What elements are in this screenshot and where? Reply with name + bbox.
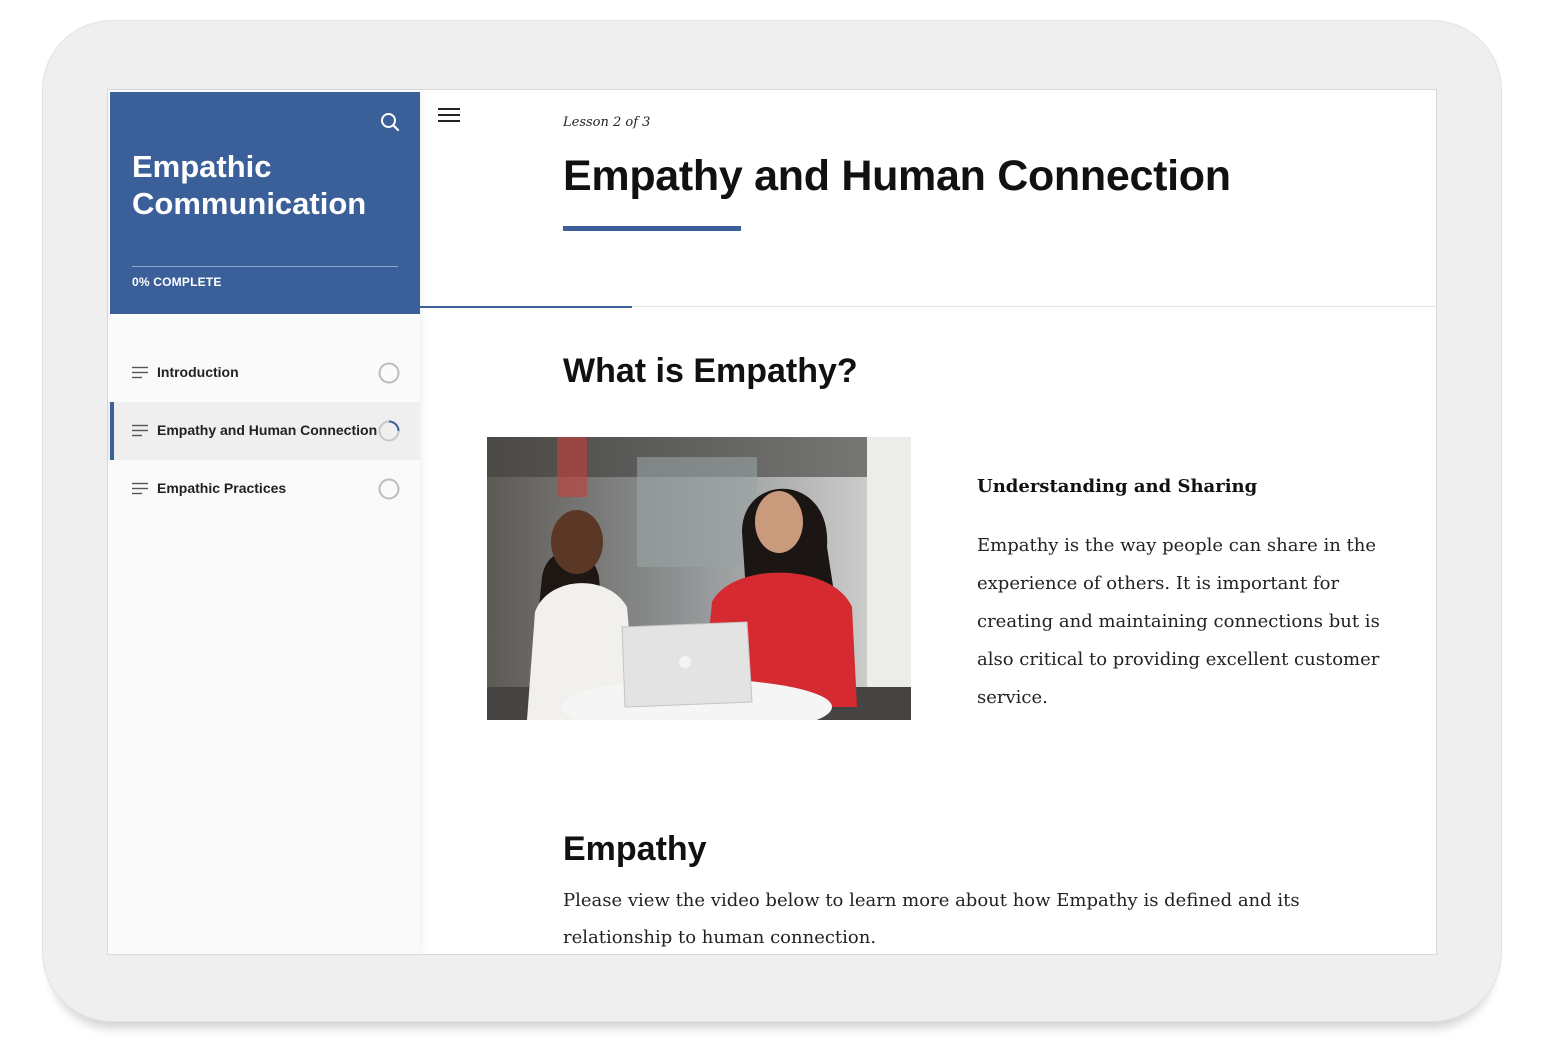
section-heading: What is Empathy? [563,352,858,390]
course-title: Empathic Communication [132,149,367,221]
lesson-list: Introduction Empathy and Human Connectio… [108,344,420,518]
sidebar-item-label: Introduction [157,364,239,380]
search-button[interactable] [378,110,402,134]
lesson-title: Empathy and Human Connection [563,152,1231,200]
two-women-talking-image [487,437,911,720]
course-sidebar: Empathic Communication 0% COMPLETE Intro… [108,90,420,954]
not-started-status-icon [378,478,400,500]
section-paragraph: Empathy is the way people can share in t… [977,535,1380,708]
in-progress-status-icon [378,420,400,442]
course-header: Empathic Communication 0% COMPLETE [110,92,420,314]
sidebar-item-label: Empathy and Human Connection [157,422,378,438]
section-heading: Empathy [563,830,707,868]
title-underline [563,226,741,231]
text-lesson-icon [132,366,148,379]
text-lesson-icon [132,424,148,437]
course-progress-text: 0% COMPLETE [132,275,222,289]
search-icon [381,113,400,132]
hamburger-menu-icon [438,108,460,122]
sidebar-item-introduction[interactable]: Introduction [108,344,420,402]
menu-toggle-button[interactable] [437,106,461,126]
text-lesson-icon [132,482,148,495]
section-text-block: Understanding and Sharing Empathy is the… [977,476,1397,717]
sidebar-item-empathic-practices[interactable]: Empathic Practices [108,460,420,518]
section-subheading: Understanding and Sharing [977,476,1258,497]
lesson-counter: Lesson 2 of 3 [563,115,651,130]
lesson-content: Lesson 2 of 3 Empathy and Human Connecti… [420,90,1436,954]
app-screen: Empathic Communication 0% COMPLETE Intro… [107,89,1437,955]
progress-divider [132,266,398,267]
section-paragraph: Please view the video below to learn mor… [563,890,1300,948]
not-started-status-icon [378,362,400,384]
scroll-progress-bar [420,306,632,308]
sidebar-item-empathy-human-connection[interactable]: Empathy and Human Connection [108,402,420,460]
sidebar-item-label: Empathic Practices [157,480,287,496]
